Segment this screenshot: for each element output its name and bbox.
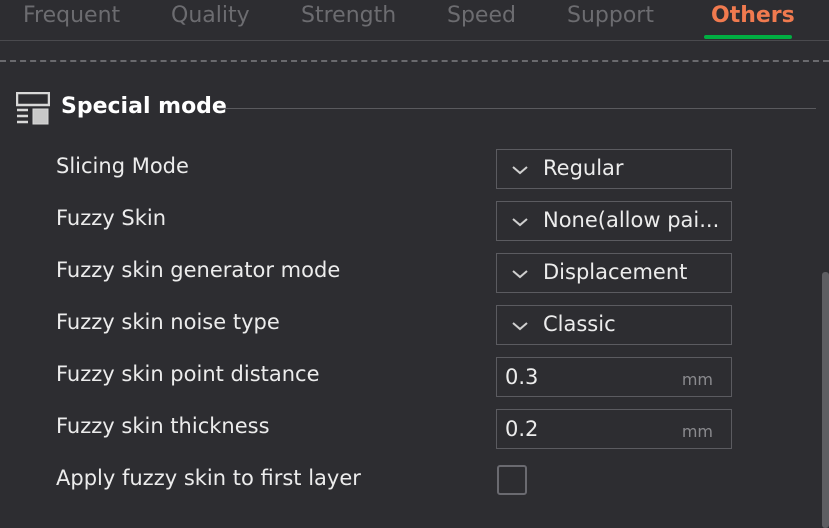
fuzzy-skin-value: None(allow pai... — [543, 208, 720, 232]
first-layer-checkbox[interactable] — [497, 465, 527, 495]
tab-quality[interactable]: Quality — [171, 3, 250, 28]
chevron-down-icon — [512, 270, 528, 279]
active-tab-indicator — [704, 35, 792, 39]
point-distance-unit: mm — [681, 370, 713, 389]
fuzzy-skin-dropdown[interactable]: None(allow pai... — [496, 201, 732, 241]
chevron-down-icon — [512, 218, 528, 227]
special-mode-icon — [16, 92, 50, 125]
generator-mode-label: Fuzzy skin generator mode — [56, 258, 341, 282]
point-distance-label: Fuzzy skin point distance — [56, 362, 320, 386]
point-distance-input[interactable] — [505, 362, 665, 392]
tab-strength[interactable]: Strength — [301, 3, 396, 28]
thickness-label: Fuzzy skin thickness — [56, 414, 270, 438]
point-distance-field: mm — [496, 357, 732, 397]
tab-bar: Frequent Quality Strength Speed Support … — [0, 0, 829, 40]
section-title: Special mode — [61, 94, 227, 119]
slicing-mode-label: Slicing Mode — [56, 154, 189, 178]
slicing-mode-value: Regular — [543, 156, 624, 180]
chevron-down-icon — [512, 322, 528, 331]
tab-others[interactable]: Others — [711, 3, 795, 28]
noise-type-label: Fuzzy skin noise type — [56, 310, 280, 334]
dashed-separator — [0, 60, 829, 62]
tab-speed[interactable]: Speed — [447, 3, 516, 28]
noise-type-value: Classic — [543, 312, 616, 336]
noise-type-dropdown[interactable]: Classic — [496, 305, 732, 345]
tab-support[interactable]: Support — [567, 3, 654, 28]
generator-mode-dropdown[interactable]: Displacement — [496, 253, 732, 293]
tab-divider — [0, 40, 829, 41]
thickness-field: mm — [496, 409, 732, 449]
generator-mode-value: Displacement — [543, 260, 688, 284]
chevron-down-icon — [512, 166, 528, 175]
slicing-mode-dropdown[interactable]: Regular — [496, 149, 732, 189]
thickness-unit: mm — [681, 422, 713, 441]
section-rule — [219, 108, 816, 109]
tab-frequent[interactable]: Frequent — [23, 3, 120, 28]
scrollbar[interactable] — [822, 272, 829, 528]
thickness-input[interactable] — [505, 414, 665, 444]
first-layer-label: Apply fuzzy skin to first layer — [56, 466, 361, 490]
fuzzy-skin-label: Fuzzy Skin — [56, 206, 167, 230]
